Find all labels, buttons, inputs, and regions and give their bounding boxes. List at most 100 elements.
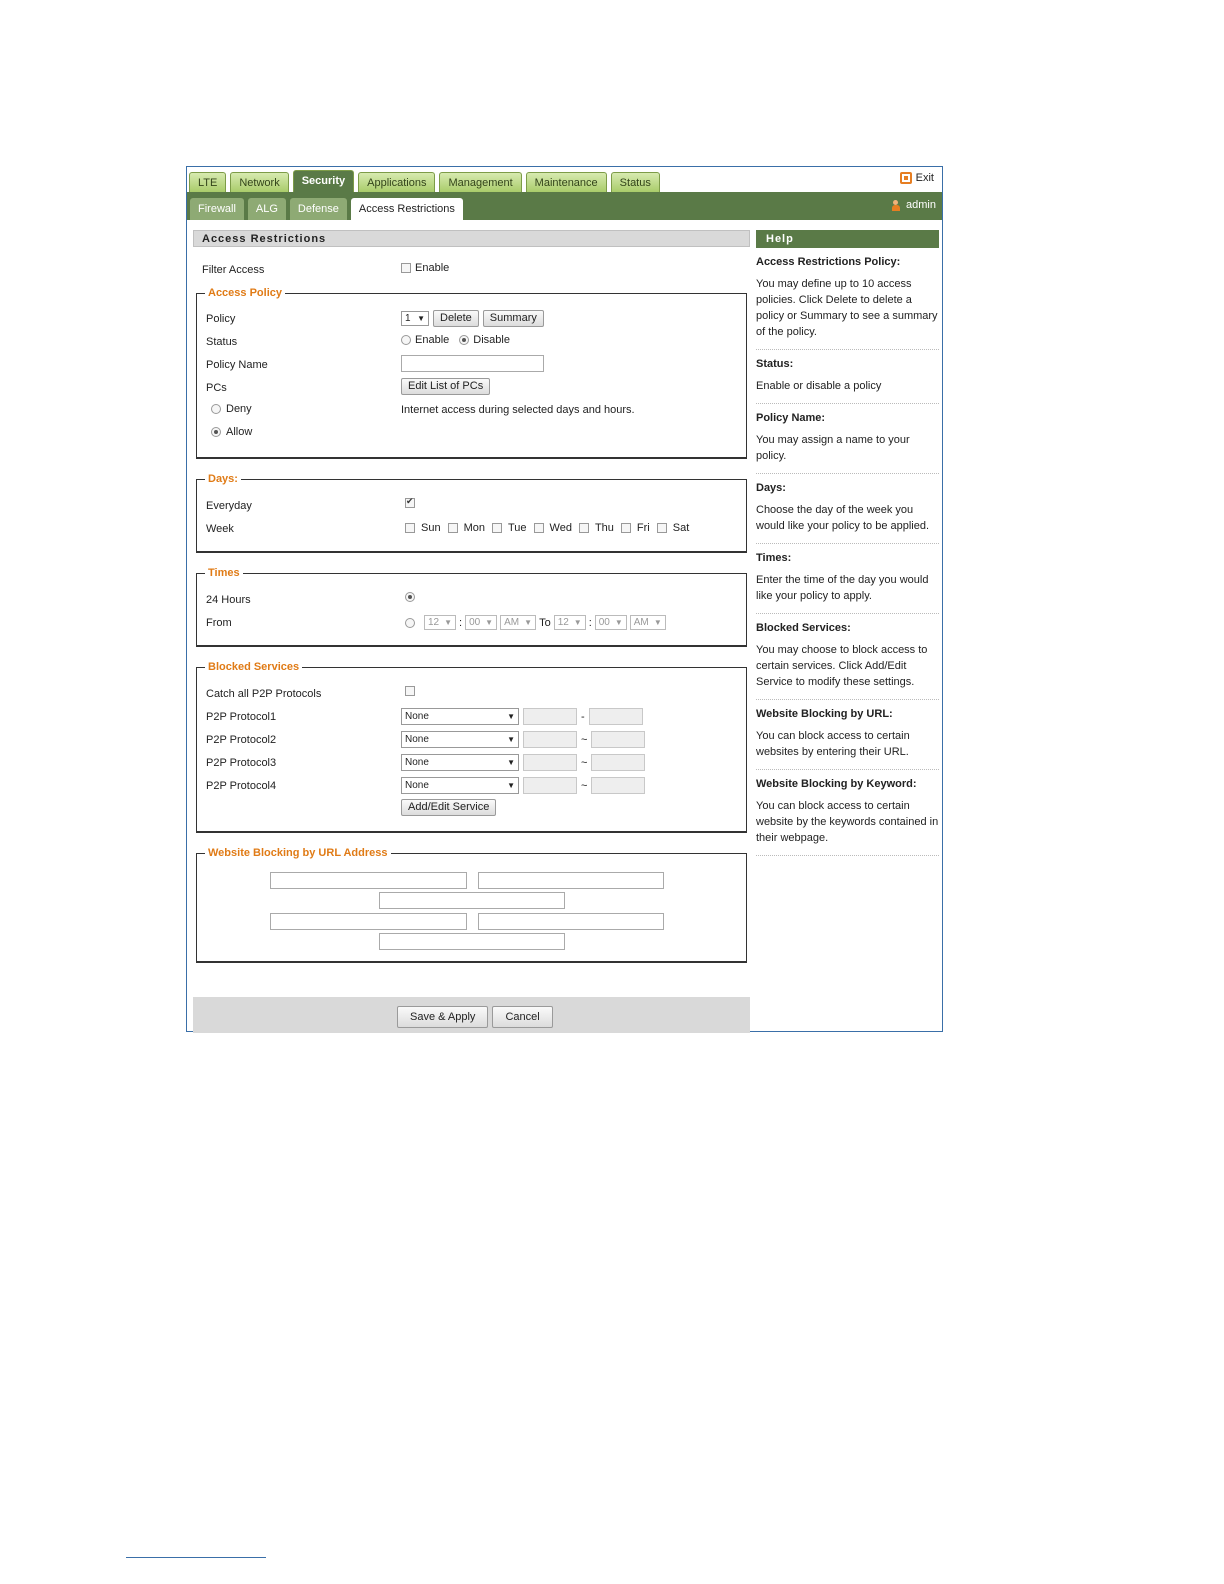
everyday-checkbox[interactable] — [405, 496, 415, 508]
policy-name-input[interactable] — [401, 355, 544, 372]
edit-pcs-button[interactable]: Edit List of PCs — [401, 378, 491, 395]
help-item-body: Choose the day of the week you would lik… — [756, 504, 930, 532]
days-group: Days: Everyday Week Sun Mon Tue Wed Thu … — [196, 473, 747, 553]
protocol3-select[interactable]: None ▼ — [401, 754, 519, 771]
status-enable-radio[interactable] — [401, 335, 411, 345]
protocol2-port-start[interactable] — [523, 731, 577, 748]
to-ampm-select[interactable]: AM ▼ — [629, 615, 666, 630]
weekday-label: Tue — [507, 522, 527, 534]
weekday-sat-checkbox[interactable] — [656, 523, 667, 533]
weekday-label: Sun — [421, 522, 441, 534]
protocol-label: P2P Protocol3 — [206, 757, 277, 769]
summary-button[interactable]: Summary — [482, 310, 544, 327]
cancel-button[interactable]: Cancel — [492, 1006, 553, 1028]
url-input-2[interactable] — [478, 872, 664, 889]
protocol1-port-end[interactable] — [588, 708, 643, 725]
from-hour-select[interactable]: 12 ▼ — [424, 615, 456, 630]
sub-tab-bar: Firewall ALG Defense Access Restrictions… — [187, 192, 942, 220]
hours24-label: 24 Hours — [206, 594, 251, 606]
url-input-6[interactable] — [379, 933, 565, 950]
times-group: Times 24 Hours From 12 ▼ : 00 ▼ AM ▼ To 12 ▼… — [196, 567, 747, 647]
url-input-1[interactable] — [270, 872, 467, 889]
tab-network[interactable]: Network — [230, 172, 289, 192]
protocol4-port-start[interactable] — [523, 777, 577, 794]
tab-lte[interactable]: LTE — [189, 172, 227, 192]
url-input-3[interactable] — [379, 892, 565, 909]
weekday-sun-checkbox[interactable] — [405, 523, 415, 533]
weekday-mon-checkbox[interactable] — [447, 523, 458, 533]
protocol4-port-end[interactable] — [591, 777, 646, 794]
help-item: Website Blocking by Keyword: You can blo… — [756, 770, 939, 856]
filter-access-checkbox[interactable] — [401, 263, 411, 273]
from-minute-select[interactable]: 00 ▼ — [465, 615, 498, 630]
help-item-title: Policy Name: — [756, 412, 826, 424]
pcs-label: PCs — [206, 382, 227, 394]
range-separator: ~ — [581, 756, 588, 769]
filter-access-label: Filter Access — [202, 264, 265, 276]
from-ampm-select[interactable]: AM ▼ — [500, 615, 537, 630]
tab-maintenance[interactable]: Maintenance — [525, 172, 607, 192]
protocol1-port-start[interactable] — [523, 708, 577, 725]
weekday-label: Mon — [463, 522, 485, 534]
policy-label: Policy — [206, 313, 236, 325]
url-input-5[interactable] — [478, 913, 664, 930]
help-item: Website Blocking by URL: You can block a… — [756, 700, 939, 770]
days-legend: Days: — [208, 473, 238, 485]
url-input-4[interactable] — [270, 913, 467, 930]
policy-select[interactable]: 1 ▼ — [401, 311, 429, 326]
status-disable-radio[interactable] — [459, 335, 470, 345]
status-enable-label: Enable — [415, 334, 450, 346]
url-blocking-group: Website Blocking by URL Address — [196, 847, 747, 963]
tab-management[interactable]: Management — [439, 172, 522, 192]
protocol3-port-end[interactable] — [591, 754, 646, 771]
subtab-alg[interactable]: ALG — [247, 198, 286, 220]
delete-button[interactable]: Delete — [433, 310, 479, 327]
add-edit-service-button[interactable]: Add/Edit Service — [401, 799, 497, 816]
subtab-access-restrictions[interactable]: Access Restrictions — [350, 198, 463, 220]
policy-name-label: Policy Name — [206, 359, 268, 371]
to-minute-select[interactable]: 00 ▼ — [594, 615, 627, 630]
protocol2-port-end[interactable] — [591, 731, 646, 748]
custom-time-radio[interactable] — [405, 617, 415, 628]
range-separator: ~ — [581, 733, 588, 746]
tab-security[interactable]: Security — [292, 170, 355, 193]
user-icon — [892, 199, 901, 211]
weekday-wed-checkbox[interactable] — [533, 523, 544, 533]
form-footer: Save & Apply Cancel — [193, 997, 750, 1033]
weekday-label: Wed — [549, 522, 572, 534]
to-hour-select[interactable]: 12 ▼ — [553, 615, 586, 630]
router-admin-window: LTE Network Security Applications Manage… — [186, 166, 943, 1033]
protocol4-select[interactable]: None ▼ — [401, 777, 519, 794]
deny-radio[interactable] — [211, 404, 221, 414]
subtab-firewall[interactable]: Firewall — [190, 198, 244, 220]
url-blocking-legend: Website Blocking by URL Address — [208, 847, 388, 859]
tab-applications[interactable]: Applications — [358, 172, 436, 192]
weekday-thu-checkbox[interactable] — [578, 523, 589, 533]
catch-all-checkbox[interactable] — [405, 686, 415, 696]
help-item: Days: Choose the day of the week you wou… — [756, 474, 939, 544]
weekday-tue-checkbox[interactable] — [491, 523, 502, 533]
allow-radio[interactable] — [211, 427, 221, 437]
help-item: Status: Enable or disable a policy — [756, 350, 939, 404]
protocol3-port-start[interactable] — [523, 754, 577, 771]
hours24-radio[interactable] — [405, 592, 415, 602]
weekday-fri-checkbox[interactable] — [620, 523, 631, 533]
help-item-title: Website Blocking by URL: — [756, 708, 893, 720]
access-policy-legend: Access Policy — [208, 287, 282, 299]
save-apply-button[interactable]: Save & Apply — [397, 1006, 489, 1028]
protocol1-select[interactable]: None ▼ — [401, 708, 519, 725]
help-item: Policy Name: You may assign a name to yo… — [756, 404, 939, 474]
weekday-label: Fri — [636, 522, 650, 534]
help-title: Help — [756, 230, 939, 248]
protocol2-select[interactable]: None ▼ — [401, 731, 519, 748]
help-item-title: Times: — [756, 552, 792, 564]
exit-button[interactable]: Exit — [899, 172, 934, 184]
top-tab-bar: LTE Network Security Applications Manage… — [189, 170, 660, 193]
help-item-title: Access Restrictions Policy: — [756, 256, 901, 268]
catch-all-label: Catch all P2P Protocols — [206, 688, 322, 700]
tab-status[interactable]: Status — [610, 172, 660, 192]
help-panel: Help Access Restrictions Policy: You may… — [756, 230, 939, 856]
protocol-label: P2P Protocol4 — [206, 780, 277, 792]
subtab-defense[interactable]: Defense — [289, 198, 347, 220]
filter-access-row: Filter Access Enable — [193, 253, 750, 287]
